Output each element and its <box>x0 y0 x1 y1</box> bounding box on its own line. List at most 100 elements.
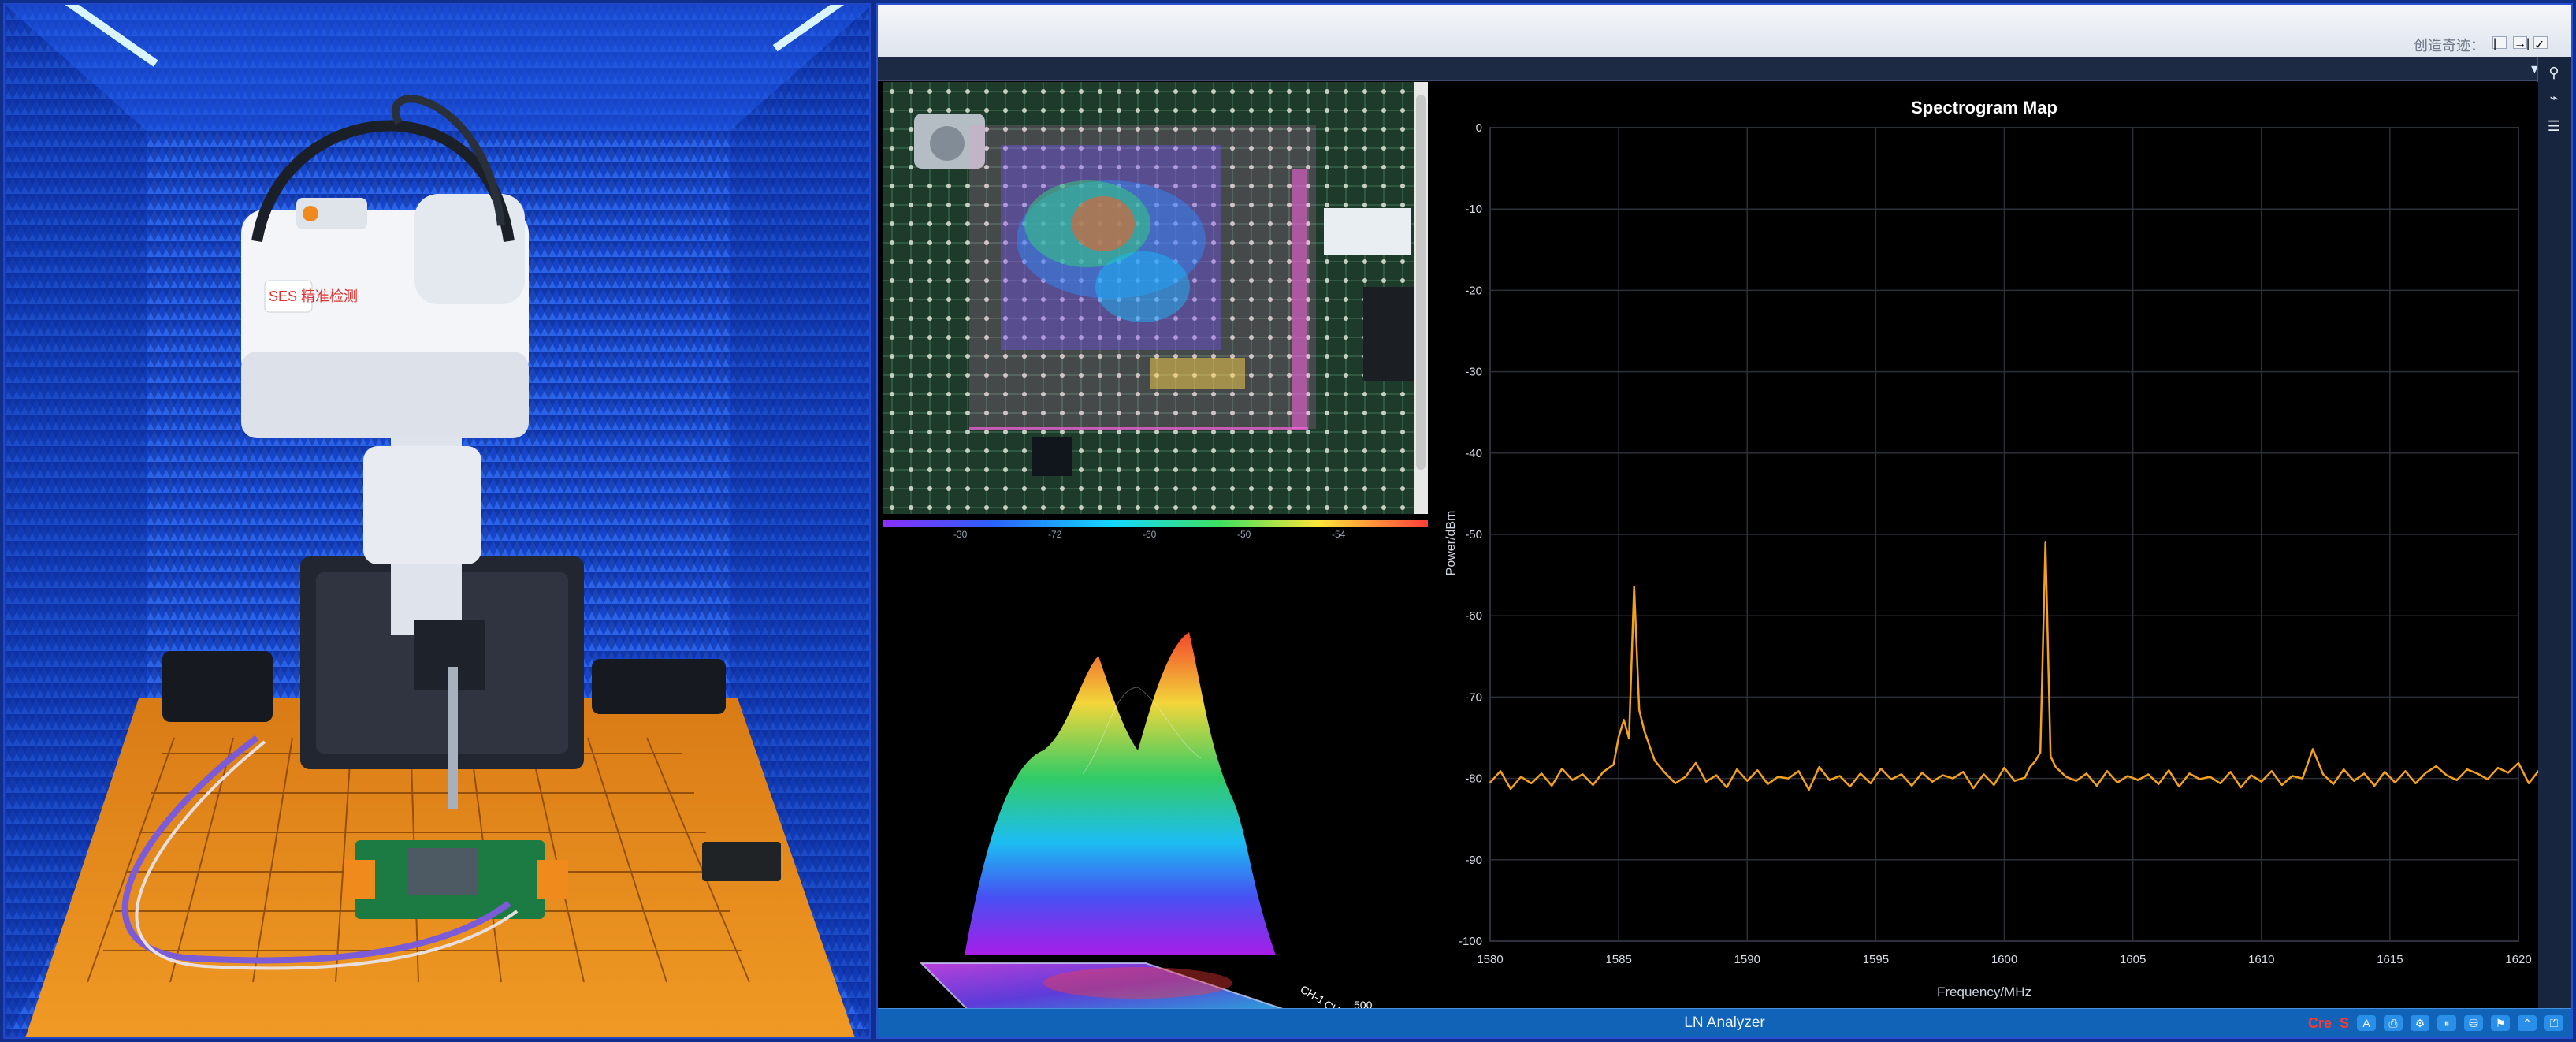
test-chamber-photo: SES 精准检测 <box>3 3 871 1039</box>
trace-point <box>2209 776 2211 778</box>
title-control-next[interactable]: →| <box>2513 36 2530 50</box>
trace-point <box>1571 779 1574 781</box>
probe-tool-icon[interactable]: ⚲ <box>2544 61 2563 84</box>
x-tick-label: 1610 <box>2248 953 2274 966</box>
tray-storage-icon[interactable]: ⛁ <box>2464 1015 2483 1031</box>
chart-title: Spectrogram Map <box>1911 98 2057 117</box>
trace-point <box>1530 782 1533 784</box>
y-tick-label: -90 <box>1465 854 1482 867</box>
x-tick-label: 1615 <box>2377 953 2403 966</box>
colorbar-tick-4: -54 <box>1332 529 1346 539</box>
x-axis-label: Frequency/MHz <box>1937 984 2031 999</box>
trace-point <box>1972 787 1975 789</box>
trace-point <box>1921 772 1923 774</box>
trace-point <box>2414 782 2417 784</box>
spectrum-trace-line <box>1489 541 2541 791</box>
trace-point <box>2096 784 2098 787</box>
colorbar-tick-3: -50 <box>1237 529 1251 539</box>
trace-point <box>2322 773 2324 776</box>
trace-point <box>2050 755 2052 757</box>
trace-point <box>2106 770 2108 772</box>
y-tick-label: -50 <box>1465 528 1482 541</box>
colorbar-tick-0: -30 <box>953 529 968 539</box>
trace-point <box>1818 766 1820 768</box>
tray-print-icon[interactable]: ⎙ <box>2384 1015 2403 1031</box>
trace-point <box>2363 772 2366 775</box>
spectrogram-map-chart[interactable]: Spectrogram Map Power/dBm Frequency/MHz … <box>1431 82 2541 1010</box>
trace-point <box>2147 773 2150 776</box>
title-control-prev[interactable]: |← <box>2492 36 2507 65</box>
y-tick-label: -70 <box>1465 690 1482 704</box>
trace-point <box>1869 782 1872 784</box>
statusbar-app-name: LN Analyzer <box>1684 1014 1765 1031</box>
trace-point <box>1489 781 1491 783</box>
x-tick-label: 1590 <box>1734 953 1760 966</box>
trace-point <box>1612 764 1615 765</box>
trace-point <box>1901 773 1902 776</box>
system-tray: Cre S A ⎙ ⚙ ⏸ ⛁ ⚑ ⌃ ⏍ <box>2308 1012 2563 1034</box>
tray-settings-icon[interactable]: ⚙ <box>2411 1015 2429 1031</box>
trace-point <box>1756 769 1759 772</box>
trace-point <box>1695 762 1697 764</box>
trace-point <box>1582 773 1584 776</box>
trace-point <box>2013 780 2016 782</box>
trace-point <box>2219 782 2221 784</box>
tray-kbd-icon[interactable]: ⏍ <box>2544 1015 2563 1031</box>
image-scrollbar[interactable] <box>1414 82 1428 514</box>
trace-point <box>2029 766 2031 768</box>
trace-point <box>2466 768 2468 771</box>
right-tool-sidebar: ⚲ ⌁ ☰ <box>2537 57 2571 1012</box>
trace-point <box>2455 779 2458 781</box>
tray-brand-logo[interactable]: Cre <box>2308 1015 2332 1032</box>
title-status-text: 创造奇迹： <box>2414 38 2485 54</box>
analyzer-window: 创造奇迹： |← →| ✓ ▾ ⚲ ⌁ ☰ <box>876 3 2573 1039</box>
colorbar-svg: -30 -72 -60 -50 -54 <box>883 520 1428 540</box>
trace-point <box>1726 787 1728 788</box>
trace-point <box>1838 775 1841 777</box>
trace-point <box>1510 788 1511 790</box>
trace-point <box>2343 768 2345 771</box>
colorbar-tick-1: -72 <box>1048 529 1062 539</box>
pcb-heatmap-view[interactable] <box>883 82 1428 514</box>
trace-point <box>2270 770 2273 772</box>
trace-point <box>1638 709 1641 711</box>
trace-point <box>1787 777 1790 780</box>
trace-point <box>2054 766 2057 768</box>
menu-tool-icon[interactable]: ☰ <box>2544 115 2563 137</box>
trace-point <box>1663 772 1666 774</box>
tray-s-icon[interactable]: S <box>2340 1015 2349 1032</box>
3d-surface-view[interactable]: CH-1 CH-2 500 <box>878 545 1429 1022</box>
image-scroll-thumb[interactable] <box>1416 95 1426 470</box>
trace-point <box>1628 738 1630 739</box>
trace-point <box>2260 780 2262 783</box>
trace-point <box>1551 784 1553 787</box>
trace-point <box>2003 767 2005 769</box>
heatmap-colorbar: -30 -72 -60 -50 -54 <box>883 519 1428 540</box>
tray-text-icon[interactable]: A <box>2357 1015 2376 1031</box>
tray-flag-icon[interactable]: ⚑ <box>2491 1015 2510 1031</box>
trace-point <box>2280 783 2283 786</box>
trace-point <box>2158 783 2160 785</box>
title-control-confirm[interactable]: ✓ <box>2533 36 2548 52</box>
signal-tool-icon[interactable]: ⌁ <box>2544 87 2563 109</box>
trace-point <box>2486 778 2489 780</box>
trace-point <box>1942 774 1944 776</box>
x-tick-label: 1580 <box>1477 953 1503 966</box>
tray-pause-icon[interactable]: ⏸ <box>2437 1015 2456 1031</box>
trace-point <box>1618 736 1620 738</box>
status-bar: LN Analyzer Cre S A ⎙ ⚙ ⏸ ⛁ ⚑ ⌃ ⏍ <box>878 1008 2571 1037</box>
trace-point <box>1541 772 1543 775</box>
anechoic-chamber-image: SES 精准检测 <box>5 5 869 1037</box>
trace-point <box>1653 759 1656 761</box>
trace-point <box>2435 765 2437 768</box>
trace-point <box>1561 768 1563 770</box>
3d-surface-plot: CH-1 CH-2 500 <box>919 632 1373 1022</box>
trace-point <box>1715 774 1717 776</box>
y-tick-label: -40 <box>1465 447 1482 460</box>
trace-point <box>1602 771 1604 773</box>
trace-point <box>1736 768 1738 771</box>
trace-point <box>1828 779 1831 781</box>
tray-chevron-up-icon[interactable]: ⌃ <box>2518 1015 2537 1031</box>
title-bar: 创造奇迹： |← →| ✓ <box>878 5 2571 65</box>
x-tick-label: 1600 <box>1991 953 2017 966</box>
